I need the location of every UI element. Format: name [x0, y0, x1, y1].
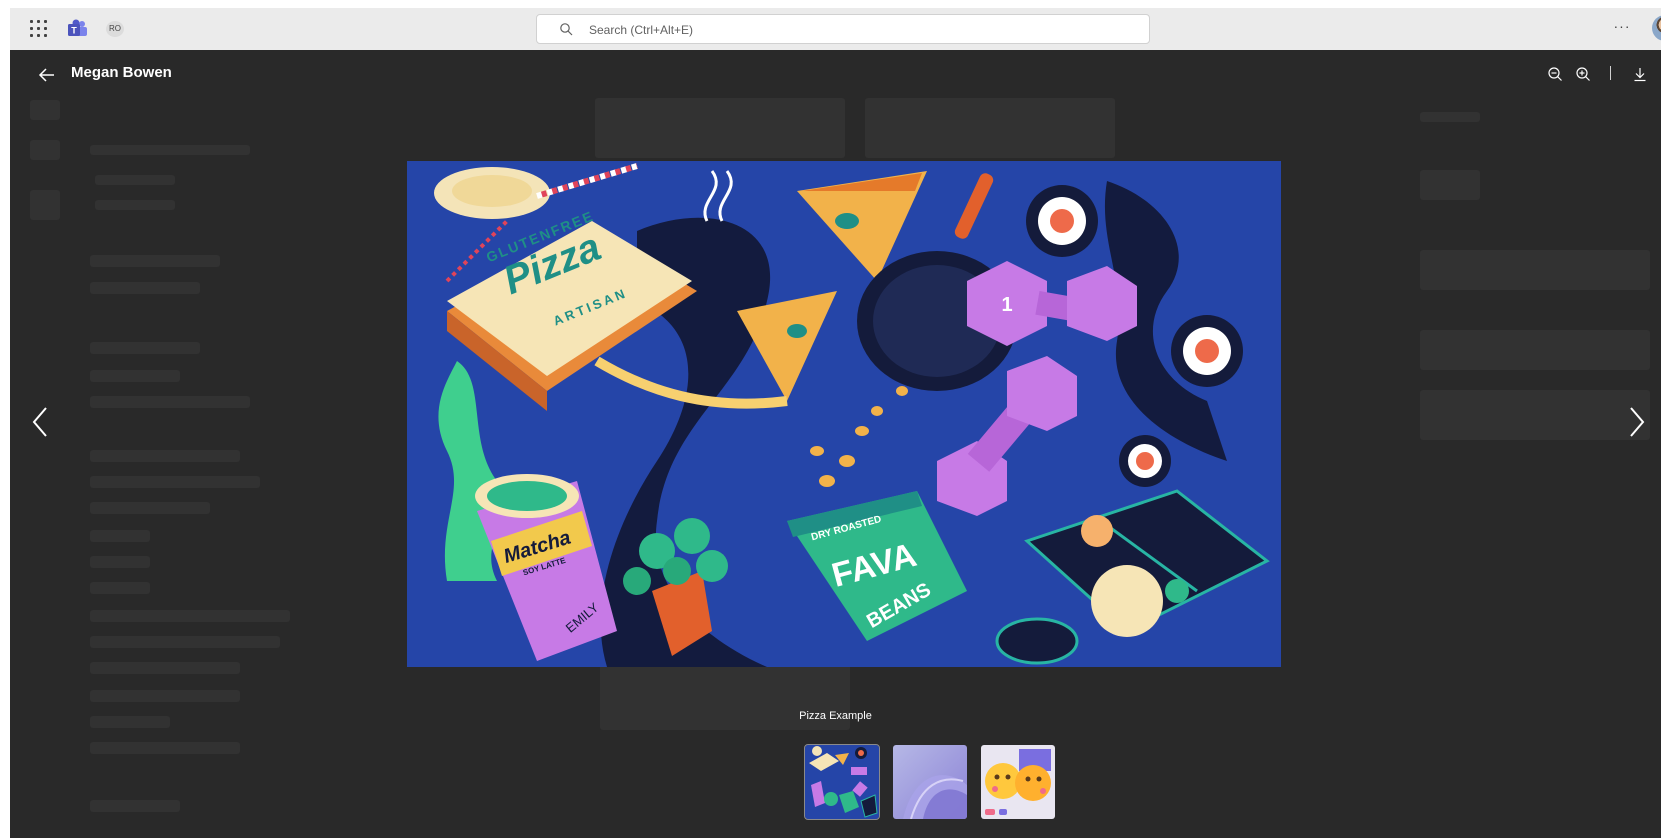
- zoom-in-icon[interactable]: [1575, 66, 1591, 82]
- abstract-purple-thumbnail[interactable]: [893, 745, 967, 819]
- main-image: Pizza GLUTENFREE ARTISAN 1 Matcha SOY LA…: [407, 161, 1281, 667]
- dumbbell-number: 1: [1001, 294, 1012, 316]
- zoom-out-icon[interactable]: [1547, 66, 1563, 82]
- avatar[interactable]: [1652, 15, 1661, 41]
- more-options-button[interactable]: ···: [1610, 16, 1634, 40]
- image-viewer: Megan Bowen Pizza GLUTENFREE ARTISAN 1 M…: [10, 50, 1661, 838]
- apps-grid-icon[interactable]: [30, 20, 48, 38]
- teams-logo-icon[interactable]: T: [66, 18, 88, 40]
- search-box[interactable]: [536, 14, 1150, 45]
- app-top-bar: T RO ···: [10, 0, 1661, 50]
- viewer-title: Megan Bowen: [71, 64, 172, 81]
- back-arrow-icon[interactable]: [36, 64, 58, 86]
- emoji-faces-thumbnail[interactable]: [981, 745, 1055, 819]
- search-icon: [560, 23, 573, 36]
- next-image-chevron-right-icon[interactable]: [1622, 400, 1652, 444]
- svg-text:T: T: [71, 26, 77, 36]
- toolbar-divider: [1610, 66, 1611, 80]
- download-icon[interactable]: [1632, 66, 1648, 82]
- search-input[interactable]: [587, 15, 1131, 45]
- previous-image-chevron-left-icon[interactable]: [25, 400, 55, 444]
- pizza-example-thumbnail[interactable]: [804, 744, 880, 820]
- viewer-header: Megan Bowen: [10, 50, 1661, 98]
- account-initials-badge[interactable]: RO: [106, 21, 124, 37]
- image-caption: Pizza Example: [799, 710, 872, 722]
